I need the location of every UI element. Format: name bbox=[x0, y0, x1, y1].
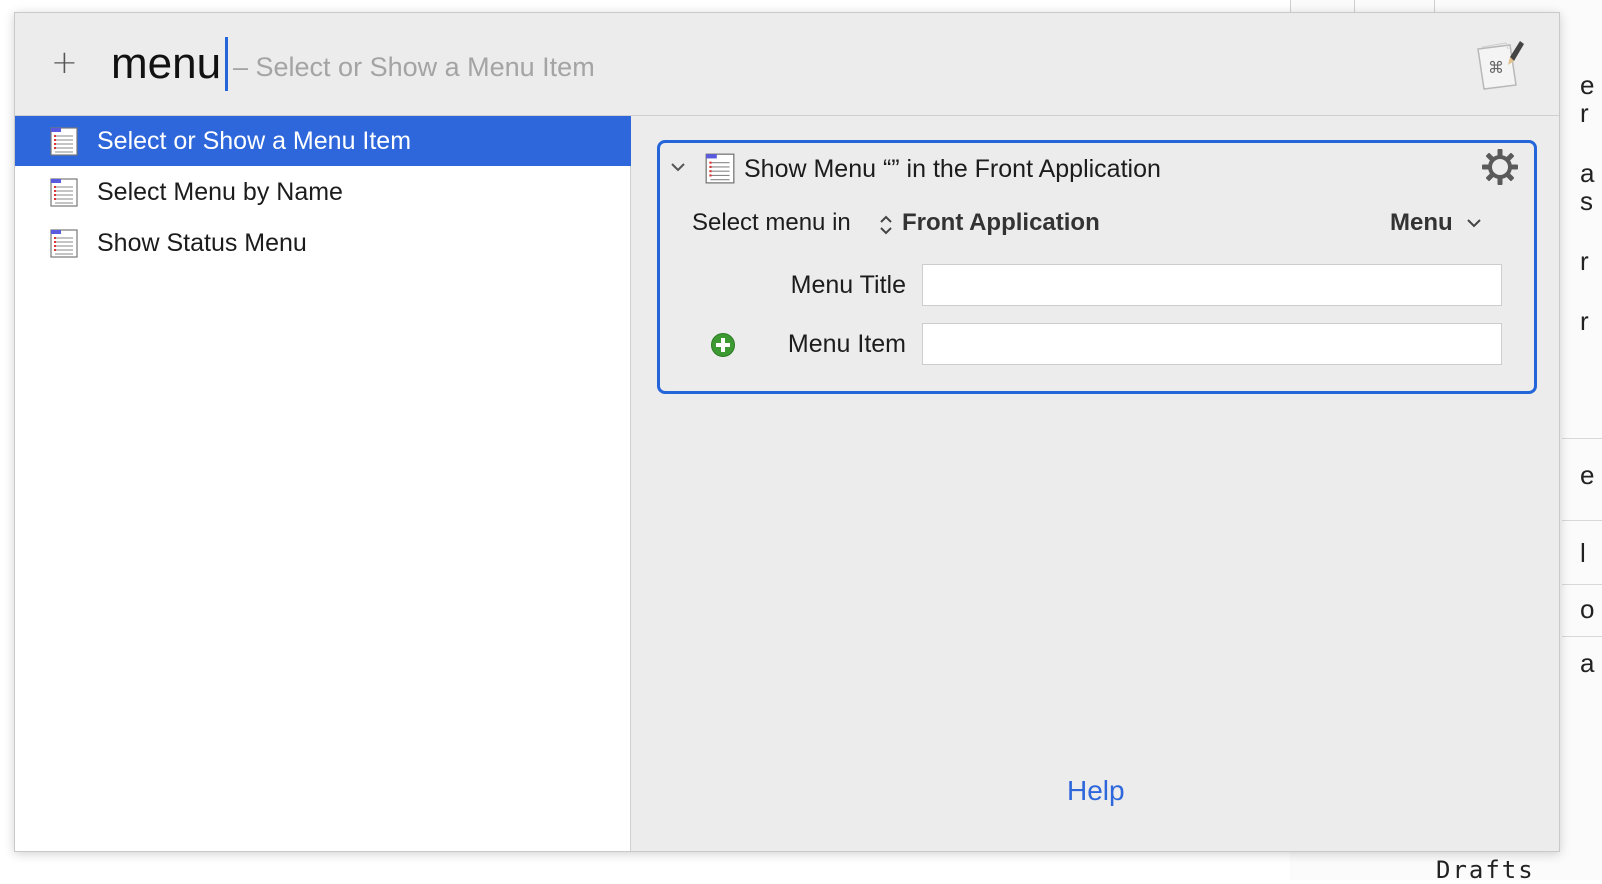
background-divider bbox=[1562, 520, 1602, 521]
background-text: o bbox=[1580, 594, 1595, 624]
list-item-label: Select or Show a Menu Item bbox=[97, 126, 412, 155]
menu-item-field[interactable] bbox=[922, 323, 1502, 365]
list-item[interactable]: Select Menu by Name bbox=[15, 167, 631, 217]
svg-text:⌘: ⌘ bbox=[1488, 58, 1504, 77]
background-text: l bbox=[1580, 538, 1586, 568]
background-text: r bbox=[1580, 306, 1589, 336]
list-item-label: Show Status Menu bbox=[97, 228, 307, 257]
menu-title-label: Menu Title bbox=[790, 271, 906, 299]
menu-dropdown[interactable]: Menu bbox=[1390, 209, 1453, 237]
text-cursor bbox=[225, 37, 228, 91]
background-text: e bbox=[1580, 70, 1595, 100]
background-text: r bbox=[1580, 98, 1589, 128]
menu-list-icon bbox=[50, 229, 78, 258]
gear-icon[interactable] bbox=[1480, 147, 1520, 187]
select-menu-in-label: Select menu in bbox=[692, 209, 851, 236]
updown-chevron-icon[interactable] bbox=[878, 213, 894, 237]
search-bar: + menu – Select or Show a Menu Item ⌘ bbox=[15, 13, 1559, 116]
background-text: a bbox=[1580, 648, 1595, 678]
list-item[interactable]: Select or Show a Menu Item bbox=[15, 116, 631, 166]
action-preview: Show Menu “” in the Front Application Se… bbox=[657, 140, 1537, 394]
action-title: Show Menu “” in the Front Application bbox=[744, 155, 1161, 183]
help-link[interactable]: Help bbox=[1067, 775, 1125, 807]
action-header: Show Menu “” in the Front Application bbox=[660, 143, 1534, 193]
background-divider bbox=[1562, 636, 1602, 637]
target-app-popup[interactable]: Front Application bbox=[902, 209, 1100, 237]
background-text: a bbox=[1580, 158, 1595, 188]
list-item-label: Select Menu by Name bbox=[97, 177, 343, 206]
background-text: s bbox=[1580, 186, 1593, 216]
keyboard-maestro-icon: ⌘ bbox=[1477, 41, 1524, 90]
menu-list-icon bbox=[705, 153, 735, 184]
disclosure-chevron-icon[interactable] bbox=[668, 157, 688, 177]
add-icon[interactable]: + bbox=[51, 43, 78, 81]
background-divider bbox=[1562, 438, 1602, 439]
insert-action-panel: + menu – Select or Show a Menu Item ⌘ Se… bbox=[14, 12, 1560, 852]
menu-title-field[interactable] bbox=[922, 264, 1502, 306]
background-divider bbox=[1562, 584, 1602, 585]
chevron-down-icon[interactable] bbox=[1466, 217, 1482, 231]
action-list: Select or Show a Menu Item Select Menu b… bbox=[15, 116, 631, 851]
menu-list-icon bbox=[50, 178, 78, 207]
list-item[interactable]: Show Status Menu bbox=[15, 218, 631, 268]
menu-list-icon bbox=[50, 127, 78, 156]
search-hint: – Select or Show a Menu Item bbox=[233, 52, 595, 82]
menu-item-label: Menu Item bbox=[787, 330, 906, 358]
search-input[interactable]: menu bbox=[111, 39, 221, 89]
background-text: e bbox=[1580, 460, 1595, 490]
background-text: r bbox=[1580, 246, 1589, 276]
